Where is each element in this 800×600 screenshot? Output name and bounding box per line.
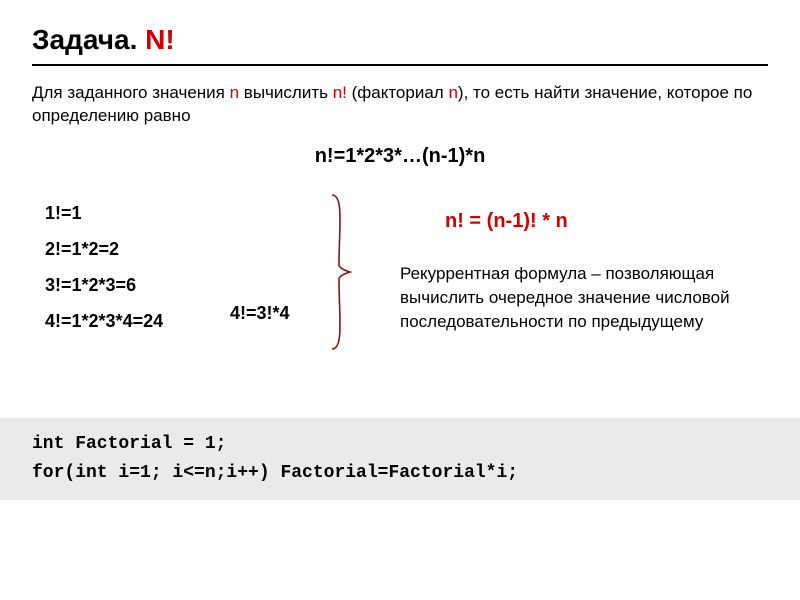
desc-aft: (факториал: [347, 83, 449, 102]
slide: Задача. N! Для заданного значения n вычи…: [0, 0, 800, 600]
brace-icon: [330, 193, 352, 351]
title-divider: [32, 64, 768, 66]
main-formula: n!=1*2*3*…(n-1)*n: [0, 145, 800, 168]
example-3: 3!=1*2*3=6: [45, 267, 163, 303]
example-4: 4!=1*2*3*4=24: [45, 303, 163, 339]
recurrent-description: Рекуррентная формула – позволяющая вычис…: [400, 262, 750, 333]
desc-n2: n: [448, 83, 457, 102]
desc-nfact: n!: [333, 83, 347, 102]
example-4b: 4!=3!*4: [230, 303, 290, 324]
desc-n: n: [230, 83, 239, 102]
problem-description: Для заданного значения n вычислить n! (ф…: [32, 82, 768, 128]
desc-pre: Для заданного значения: [32, 83, 230, 102]
code-line-1: int Factorial = 1;: [32, 434, 226, 454]
desc-mid: вычислить: [239, 83, 333, 102]
example-2: 2!=1*2=2: [45, 231, 163, 267]
slide-title: Задача. N!: [32, 24, 175, 56]
examples-block: 1!=1 2!=1*2=2 3!=1*2*3=6 4!=1*2*3*4=24: [45, 195, 163, 339]
example-1: 1!=1: [45, 195, 163, 231]
code-block: int Factorial = 1; for(int i=1; i<=n;i++…: [0, 418, 800, 500]
title-n: N!: [145, 24, 175, 55]
title-text: Задача.: [32, 24, 145, 55]
recurrent-formula: n! = (n-1)! * n: [445, 210, 568, 233]
code-line-2: for(int i=1; i<=n;i++) Factorial=Factori…: [32, 463, 518, 483]
